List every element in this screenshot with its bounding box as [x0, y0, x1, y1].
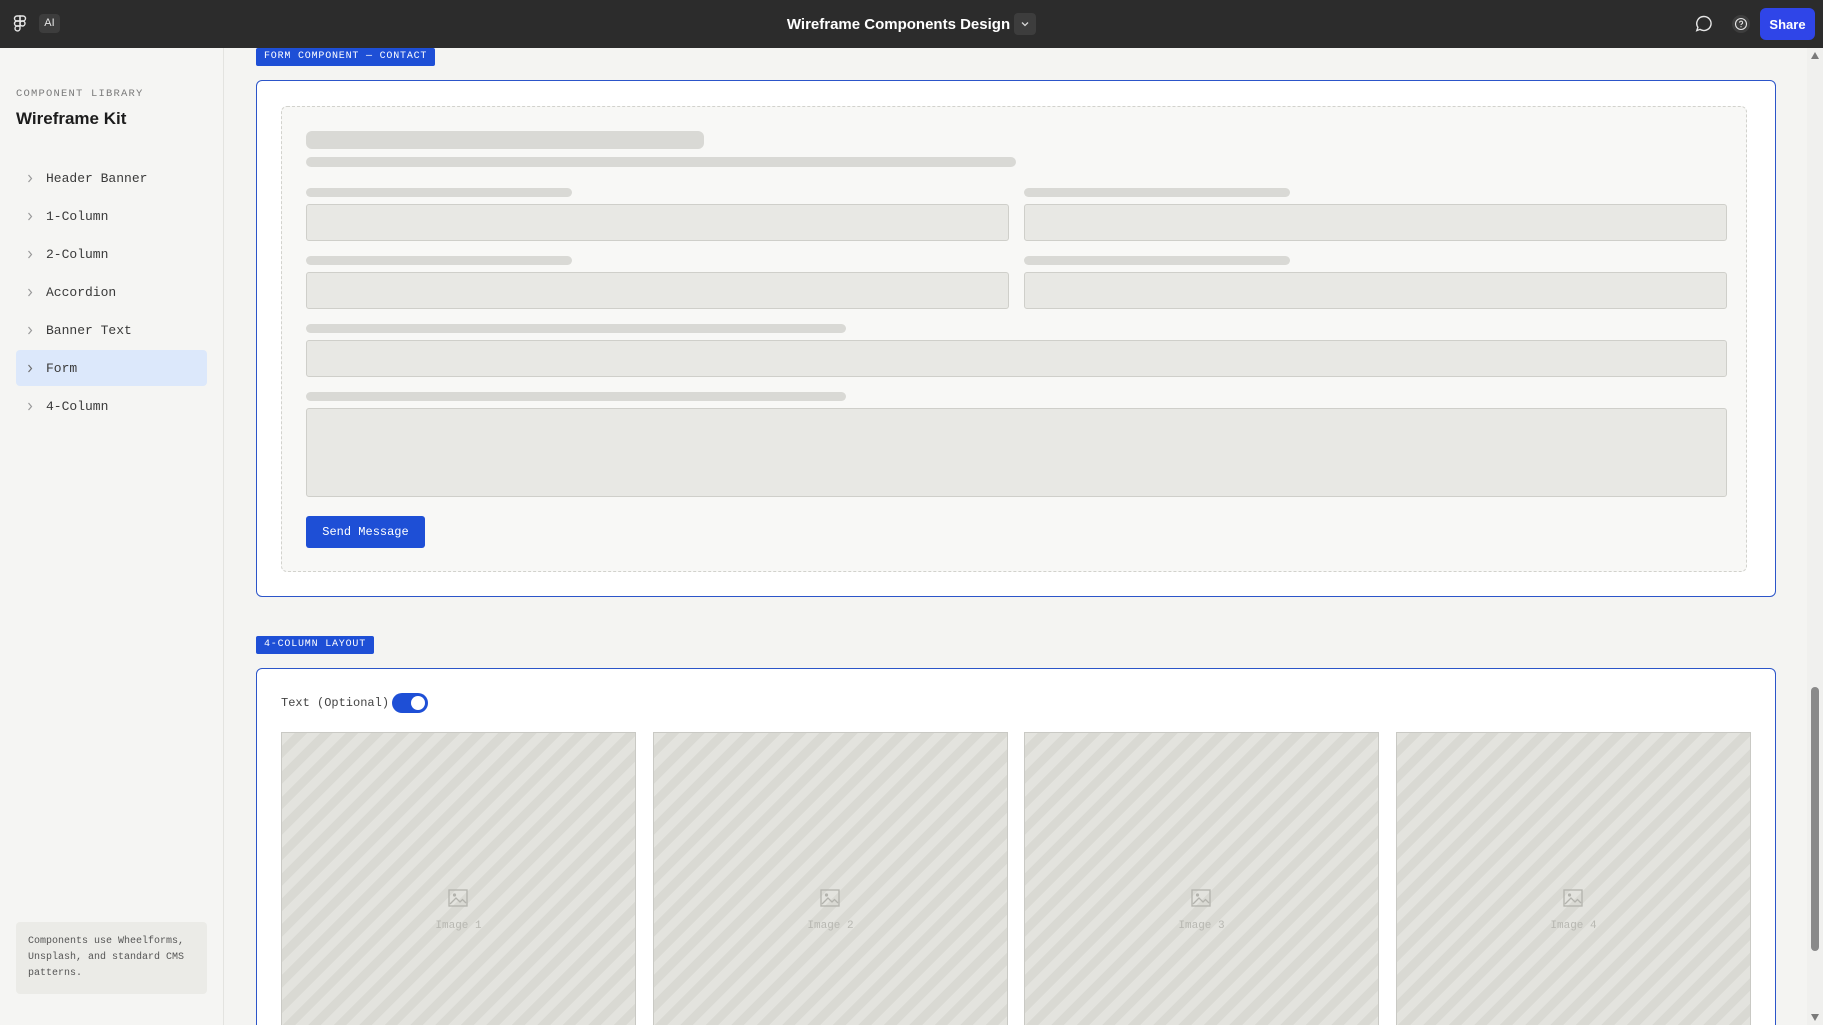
image-icon [448, 889, 468, 907]
field-label-placeholder [1024, 188, 1290, 197]
sidebar-item-form[interactable]: Form [16, 350, 207, 386]
image-label: Image 2 [807, 920, 854, 932]
chevron-right-icon [27, 364, 35, 373]
scroll-down-arrow-icon[interactable] [1811, 1014, 1819, 1021]
sidebar-nav: Header Banner 1-Column 2-Column Accordio… [16, 160, 207, 426]
vertical-scrollbar[interactable] [1807, 48, 1823, 1025]
sidebar-item-4-column[interactable]: 4-Column [16, 388, 207, 424]
figma-logo-icon[interactable] [13, 15, 27, 33]
scrollbar-thumb[interactable] [1811, 687, 1819, 951]
sidebar-item-banner-text[interactable]: Banner Text [16, 312, 207, 348]
form-heading-placeholder [306, 131, 704, 149]
contact-form: Send Message [281, 106, 1747, 572]
share-button[interactable]: Share [1760, 8, 1815, 40]
chevron-right-icon [27, 288, 35, 297]
section-tag-4-column: 4-COLUMN LAYOUT [256, 636, 375, 654]
first-name-field[interactable] [306, 204, 1009, 241]
image-placeholder-2[interactable]: Image 2 [653, 732, 1008, 1025]
sidebar-title: Wireframe Kit [16, 109, 127, 128]
image-label: Image 1 [435, 920, 482, 932]
image-icon [820, 889, 840, 907]
image-icon [1191, 889, 1211, 907]
sidebar-item-1-column[interactable]: 1-Column [16, 198, 207, 234]
scroll-up-arrow-icon[interactable] [1811, 52, 1819, 59]
sidebar-item-2-column[interactable]: 2-Column [16, 236, 207, 272]
sidebar-eyebrow: COMPONENT LIBRARY [16, 88, 144, 100]
send-message-button[interactable]: Send Message [306, 516, 425, 548]
sidebar: COMPONENT LIBRARY Wireframe Kit Header B… [0, 48, 224, 1025]
four-column-frame[interactable]: Text (Optional) Image 1 Image 2 Image 3 … [256, 668, 1776, 1025]
chevron-right-icon [27, 402, 35, 411]
form-component-frame[interactable]: Send Message [256, 80, 1776, 597]
chevron-right-icon [27, 212, 35, 221]
field-label-placeholder [1024, 256, 1290, 265]
text-optional-label: Text (Optional) [281, 696, 390, 710]
subject-field[interactable] [306, 340, 1727, 377]
form-subheading-placeholder [306, 157, 1016, 167]
image-placeholder-3[interactable]: Image 3 [1024, 732, 1379, 1025]
sidebar-item-label: 2-Column [46, 246, 109, 262]
last-name-field[interactable] [1024, 204, 1727, 241]
sidebar-item-label: Banner Text [46, 322, 132, 338]
help-icon[interactable] [1731, 14, 1751, 34]
ai-button[interactable]: AI [39, 14, 60, 33]
image-label: Image 3 [1178, 920, 1225, 932]
field-label-placeholder [306, 188, 572, 197]
document-title-text: Wireframe Components Design [786, 15, 1011, 33]
sidebar-item-header-banner[interactable]: Header Banner [16, 160, 207, 196]
image-label: Image 4 [1550, 920, 1597, 932]
email-field[interactable] [306, 272, 1009, 309]
sidebar-item-accordion[interactable]: Accordion [16, 274, 207, 310]
toggle-knob [411, 696, 425, 710]
field-label-placeholder [306, 324, 846, 333]
top-bar: AI Wireframe Components Design Share [0, 0, 1823, 48]
field-label-placeholder [306, 392, 846, 401]
chevron-down-icon[interactable] [1014, 13, 1037, 35]
phone-field[interactable] [1024, 272, 1727, 309]
sidebar-item-label: 4-Column [46, 398, 109, 414]
image-placeholder-4[interactable]: Image 4 [1396, 732, 1751, 1025]
sidebar-item-label: 1-Column [46, 208, 109, 224]
text-optional-toggle[interactable] [392, 693, 428, 713]
message-textarea[interactable] [306, 408, 1727, 497]
canvas: FORM COMPONENT — CONTACT Send Message 4-… [225, 48, 1807, 1025]
chevron-right-icon [27, 250, 35, 259]
sidebar-item-label: Header Banner [46, 170, 148, 186]
chevron-right-icon [27, 174, 35, 183]
sidebar-item-label: Accordion [46, 284, 117, 300]
sidebar-item-label: Form [46, 360, 78, 376]
section-tag-form: FORM COMPONENT — CONTACT [256, 48, 436, 66]
chevron-right-icon [27, 326, 35, 335]
sidebar-note: Components use Wheelforms, Unsplash, and… [16, 922, 207, 994]
image-icon [1563, 889, 1583, 907]
field-label-placeholder [306, 256, 572, 265]
comment-icon[interactable] [1694, 14, 1714, 34]
image-placeholder-1[interactable]: Image 1 [281, 732, 636, 1025]
document-title[interactable]: Wireframe Components Design [786, 13, 1037, 35]
